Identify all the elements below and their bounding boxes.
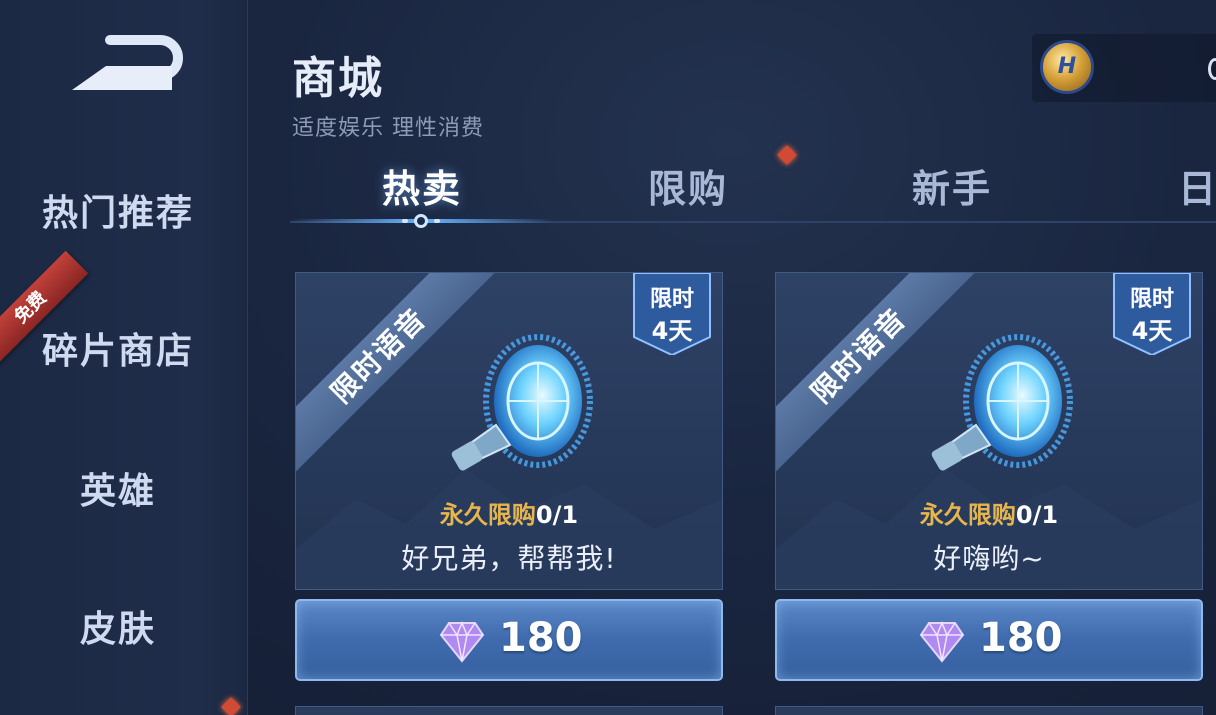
price-value: 180 (499, 615, 583, 661)
purchase-limit-label: 永久限购 (439, 501, 536, 529)
limited-time-badge: 限时 4天 (632, 273, 712, 355)
product-card-partial[interactable] (775, 706, 1203, 715)
tab-indicator-dot (414, 214, 428, 228)
tab-new-indicator-diamond (777, 145, 797, 165)
product-card[interactable]: 限时语音 限时 4天 永久限购0/1 好兄弟，帮帮我! (295, 272, 723, 590)
badge-label: 限时 (1129, 287, 1174, 312)
sidebar-item-fragment-shop[interactable]: 碎片商店 (0, 322, 236, 374)
tab-indicator-tick (434, 219, 440, 223)
tab-limited[interactable]: 限购 (648, 158, 728, 213)
badge-label: 限时 (649, 287, 694, 312)
product-card[interactable]: 限时语音 限时 4天 永久限购0/1 好嗨哟~ (775, 272, 1203, 590)
tab-newbie[interactable]: 新手 (912, 158, 992, 213)
sidebar-item-hot-recommend[interactable]: 热门推荐 (0, 184, 236, 236)
purchase-limit: 永久限购0/1 (296, 495, 722, 530)
new-indicator-diamond (221, 697, 241, 715)
currency-amount-partial (1208, 58, 1216, 80)
product-card-partial[interactable] (295, 706, 723, 715)
sidebar-item-label: 热门推荐 (41, 193, 194, 234)
tab-indicator-tick (402, 219, 408, 223)
diamond-gem-icon (919, 621, 965, 663)
purchase-limit-label: 永久限购 (919, 501, 1016, 529)
tab-hot-sale[interactable]: 热卖 (382, 158, 462, 213)
page-subtitle: 适度娱乐 理性消费 (292, 116, 484, 141)
coupon-coin-icon[interactable]: H (1040, 40, 1094, 94)
sidebar: 热门推荐 碎片商店 免费 英雄 皮肤 (0, 0, 248, 715)
sidebar-item-skins[interactable]: 皮肤 (0, 600, 236, 652)
purchase-limit-count: 0/1 (1015, 501, 1059, 529)
purchase-limit-count: 0/1 (535, 501, 579, 529)
buy-button[interactable]: 180 (775, 599, 1203, 681)
badge-days: 4天 (1131, 317, 1173, 345)
price-value: 180 (979, 615, 1063, 661)
tab-daily[interactable]: 日 (1178, 158, 1216, 213)
sidebar-item-label: 英雄 (79, 471, 156, 512)
limited-time-badge: 限时 4天 (1112, 273, 1192, 355)
speaker-icon (931, 334, 1073, 471)
buy-button[interactable]: 180 (295, 599, 723, 681)
diamond-gem-icon (439, 621, 485, 663)
sidebar-item-heroes[interactable]: 英雄 (0, 462, 236, 514)
page-title: 商城 (292, 53, 384, 104)
sidebar-item-label: 皮肤 (79, 609, 156, 650)
product-name: 好嗨哟~ (933, 542, 1045, 575)
purchase-limit: 永久限购0/1 (776, 495, 1202, 530)
coin-symbol: H (1057, 54, 1077, 79)
back-arrow-icon[interactable] (62, 30, 192, 100)
badge-days: 4天 (651, 317, 693, 345)
speaker-icon (451, 334, 593, 471)
product-name: 好兄弟，帮帮我! (401, 542, 617, 575)
sidebar-item-label: 碎片商店 (41, 331, 194, 372)
